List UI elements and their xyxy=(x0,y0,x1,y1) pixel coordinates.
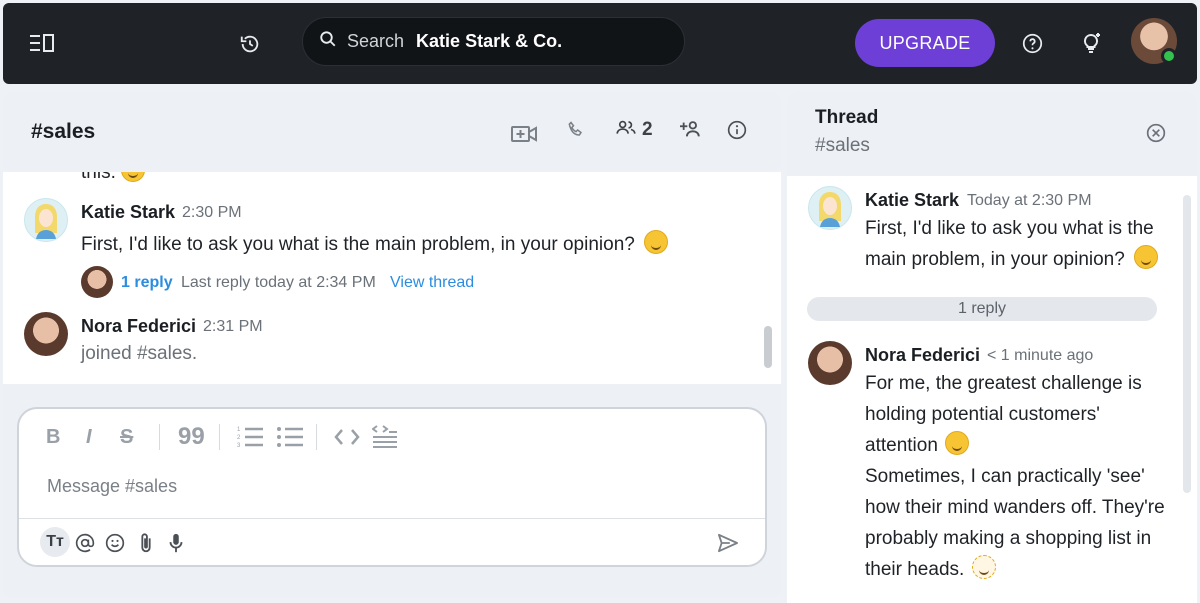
help-icon[interactable] xyxy=(1021,32,1043,54)
composer-divider xyxy=(19,518,765,519)
thread-channel[interactable]: #sales xyxy=(815,135,870,157)
thread-reply-sender[interactable]: Nora Federici xyxy=(865,345,980,366)
system-message-text: joined #sales. xyxy=(81,343,198,364)
history-icon[interactable] xyxy=(238,32,262,56)
upgrade-button[interactable]: UPGRADE xyxy=(855,19,995,67)
neutral-face-emoji-icon xyxy=(971,555,996,579)
attachment-icon[interactable] xyxy=(136,530,156,556)
thread-root-sender[interactable]: Katie Stark xyxy=(865,190,959,211)
message-time: 2:31 PM xyxy=(203,318,263,335)
emoji-picker-icon[interactable] xyxy=(104,530,126,556)
message-input[interactable]: Message #sales xyxy=(47,476,177,497)
thinking-emoji-icon xyxy=(945,431,970,455)
microphone-icon[interactable] xyxy=(166,530,186,556)
toolbar-divider xyxy=(159,424,160,450)
video-call-icon[interactable] xyxy=(510,120,538,148)
app-root: Search Katie Stark & Co. UPGRADE #sales … xyxy=(0,0,1200,603)
view-thread-link[interactable]: View thread xyxy=(390,274,474,292)
add-member-icon[interactable] xyxy=(680,115,704,143)
close-icon[interactable] xyxy=(1145,122,1167,144)
phone-call-icon[interactable] xyxy=(566,116,588,144)
thread-reply-time: < 1 minute ago xyxy=(987,347,1094,364)
svg-text:2: 2 xyxy=(237,435,241,441)
message-sender[interactable]: Katie Stark xyxy=(81,202,175,223)
svg-text:1: 1 xyxy=(237,427,241,433)
avatar-nora-federici[interactable] xyxy=(24,312,68,356)
mention-icon[interactable] xyxy=(74,530,96,556)
workspace-name: Katie Stark & Co. xyxy=(416,31,563,51)
message-time: 2:30 PM xyxy=(182,204,242,221)
thread-root-time: Today at 2:30 PM xyxy=(967,192,1092,209)
avatar-katie-stark[interactable] xyxy=(808,186,852,230)
text-format-toggle-button[interactable]: Tт xyxy=(40,527,70,557)
members-icon xyxy=(616,119,636,141)
message-sender[interactable]: Nora Federici xyxy=(81,316,196,337)
message-text: First, I'd like to ask you what is the m… xyxy=(81,230,669,256)
online-status-icon xyxy=(1161,48,1177,64)
quote-icon[interactable]: 99 xyxy=(178,423,205,450)
thread-title: Thread xyxy=(815,107,879,128)
reply-count-link[interactable]: 1 reply xyxy=(121,274,173,292)
code-icon[interactable] xyxy=(334,424,360,450)
svg-text:3: 3 xyxy=(237,443,241,448)
reply-count-divider: 1 reply xyxy=(807,297,1157,321)
sidebar-toggle-icon[interactable] xyxy=(28,32,56,54)
search-placeholder: Search xyxy=(347,31,405,51)
bold-icon[interactable]: B xyxy=(46,424,66,450)
strikethrough-icon[interactable]: S xyxy=(120,424,144,450)
thread-reply-avatar xyxy=(81,266,113,298)
toolbar-divider xyxy=(219,424,220,450)
channel-title: #sales xyxy=(31,120,96,143)
bullet-list-icon[interactable] xyxy=(276,424,304,450)
code-block-icon[interactable] xyxy=(372,424,398,450)
last-reply-time: Last reply today at 2:34 PM xyxy=(181,274,376,291)
search-bar[interactable]: Search Katie Stark & Co. xyxy=(302,17,685,66)
toolbar-divider xyxy=(316,424,317,450)
thread-header xyxy=(787,92,1197,176)
send-icon[interactable] xyxy=(716,530,740,556)
smile-emoji-icon xyxy=(1134,245,1159,269)
channel-header: #sales xyxy=(3,92,781,172)
thread-reply-text: For me, the greatest challenge is holdin… xyxy=(865,373,1165,580)
channel-info-icon[interactable] xyxy=(727,116,749,144)
member-count-label: 2 xyxy=(642,119,653,140)
message-scrollbar[interactable] xyxy=(764,326,772,368)
lightbulb-icon[interactable] xyxy=(1078,30,1104,56)
avatar-nora-federici[interactable] xyxy=(808,341,852,385)
numbered-list-icon[interactable]: 1 2 3 xyxy=(236,424,264,450)
italic-icon[interactable]: I xyxy=(86,424,104,450)
member-count[interactable]: 2 xyxy=(616,119,653,141)
thread-root-text: First, I'd like to ask you what is the m… xyxy=(865,213,1175,275)
search-icon xyxy=(319,30,337,53)
thread-scrollbar[interactable] xyxy=(1183,195,1191,493)
avatar-katie-stark[interactable] xyxy=(24,198,68,242)
smile-emoji-icon xyxy=(644,230,669,254)
